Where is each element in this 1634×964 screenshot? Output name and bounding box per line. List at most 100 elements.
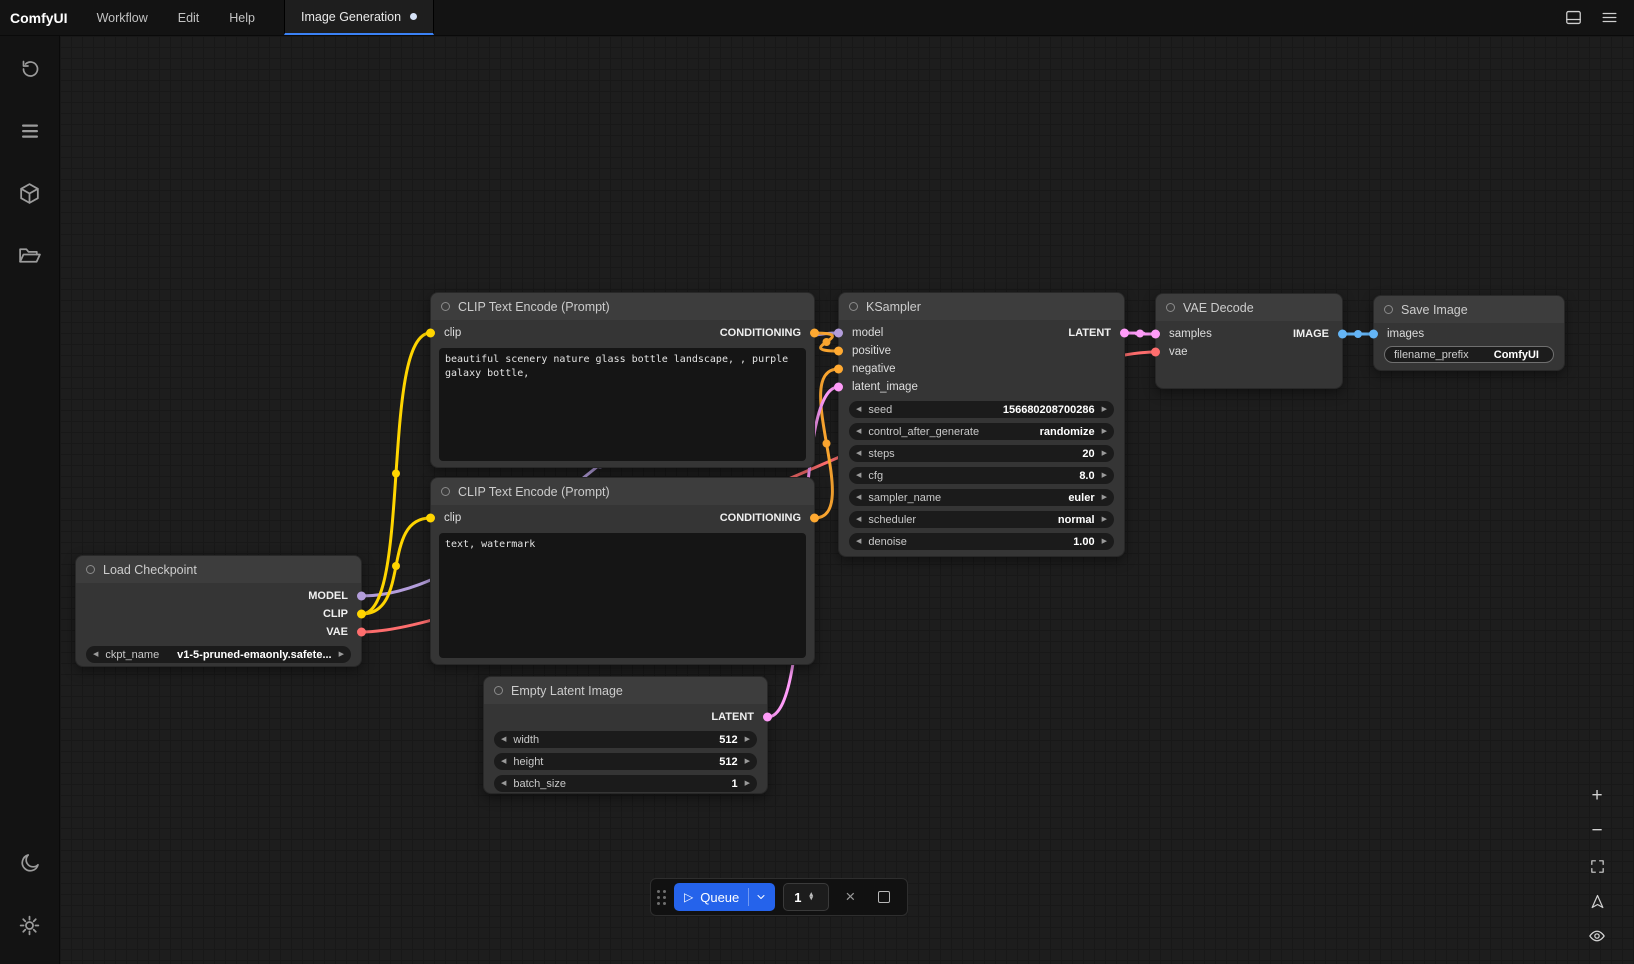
increment-arrow-icon[interactable]: ▶ xyxy=(339,651,344,658)
widget-height[interactable]: ◀ height 512 ▶ xyxy=(494,753,757,770)
decrement-arrow-icon[interactable]: ◀ xyxy=(93,651,98,658)
workflows-folder-icon[interactable] xyxy=(13,240,47,270)
input-port-latent-image[interactable] xyxy=(834,383,843,392)
increment-arrow-icon[interactable]: ▶ xyxy=(1102,428,1107,435)
node-vae-decode[interactable]: VAE Decode samples IMAGE vae xyxy=(1155,293,1343,389)
widget-batch-size[interactable]: ◀ batch_size 1 ▶ xyxy=(494,775,757,792)
drag-handle-icon[interactable] xyxy=(657,890,666,905)
queue-button[interactable]: ▷ Queue xyxy=(674,883,775,911)
increment-arrow-icon[interactable]: ▶ xyxy=(745,758,750,765)
node-clip-text-encode-positive[interactable]: CLIP Text Encode (Prompt) clip CONDITION… xyxy=(430,292,815,468)
node-canvas[interactable]: Load Checkpoint MODEL CLIP VAE ◀ ckpt_na… xyxy=(60,36,1634,964)
increment-arrow-icon[interactable]: ▶ xyxy=(745,780,750,787)
node-load-checkpoint[interactable]: Load Checkpoint MODEL CLIP VAE ◀ ckpt_na… xyxy=(75,555,362,667)
node-collapse-dot[interactable] xyxy=(86,565,95,574)
node-ksampler[interactable]: KSampler model LATENT positive negative … xyxy=(838,292,1125,557)
decrement-arrow-icon[interactable]: ◀ xyxy=(856,494,861,501)
output-port-vae[interactable] xyxy=(357,628,366,637)
increment-arrow-icon[interactable]: ▶ xyxy=(1102,494,1107,501)
widget-sampler-name[interactable]: ◀ sampler_name euler ▶ xyxy=(849,489,1114,506)
decrement-arrow-icon[interactable]: ◀ xyxy=(501,758,506,765)
increment-arrow-icon[interactable]: ▶ xyxy=(1102,516,1107,523)
node-collapse-dot[interactable] xyxy=(441,487,450,496)
node-collapse-dot[interactable] xyxy=(1384,305,1393,314)
decrement-arrow-icon[interactable]: ◀ xyxy=(856,516,861,523)
output-port-latent[interactable] xyxy=(763,713,772,722)
node-library-icon[interactable] xyxy=(13,116,47,146)
eye-icon[interactable] xyxy=(1582,922,1612,950)
stop-icon[interactable] xyxy=(871,884,897,910)
output-port-image[interactable] xyxy=(1338,330,1347,339)
widget-ckpt-name[interactable]: ◀ ckpt_name v1-5-pruned-emaonly.safete..… xyxy=(86,646,351,663)
fit-view-icon[interactable] xyxy=(1582,852,1612,880)
output-port-latent[interactable] xyxy=(1120,329,1129,338)
zoom-out-icon[interactable]: − xyxy=(1582,817,1612,845)
increment-arrow-icon[interactable]: ▶ xyxy=(1102,450,1107,457)
decrement-arrow-icon[interactable]: ◀ xyxy=(856,406,861,413)
prompt-textarea[interactable]: text, watermark xyxy=(439,533,806,658)
widget-seed[interactable]: ◀ seed 156680208700286 ▶ xyxy=(849,401,1114,418)
clear-queue-icon[interactable]: × xyxy=(837,884,863,910)
node-header[interactable]: Save Image xyxy=(1374,296,1564,323)
pointer-icon[interactable] xyxy=(1582,887,1612,915)
prompt-textarea[interactable]: beautiful scenery nature glass bottle la… xyxy=(439,348,806,461)
decrement-arrow-icon[interactable]: ◀ xyxy=(856,428,861,435)
input-port-samples[interactable] xyxy=(1151,330,1160,339)
step-down-icon[interactable]: ▾ xyxy=(810,897,814,901)
input-port-positive[interactable] xyxy=(834,347,843,356)
output-port-model[interactable] xyxy=(357,592,366,601)
bottom-panel-toggle-icon[interactable] xyxy=(1558,4,1588,32)
node-header[interactable]: VAE Decode xyxy=(1156,294,1342,321)
input-port-clip[interactable] xyxy=(426,514,435,523)
menu-icon[interactable] xyxy=(1594,4,1624,32)
menu-workflow[interactable]: Workflow xyxy=(82,0,163,35)
link-wire[interactable] xyxy=(815,369,839,518)
node-collapse-dot[interactable] xyxy=(849,302,858,311)
increment-arrow-icon[interactable]: ▶ xyxy=(745,736,750,743)
widget-filename-prefix[interactable]: filename_prefix ComfyUI xyxy=(1384,346,1554,363)
input-port-vae[interactable] xyxy=(1151,348,1160,357)
zoom-in-icon[interactable]: + xyxy=(1582,782,1612,810)
input-port-clip[interactable] xyxy=(426,329,435,338)
widget-control-after-generate[interactable]: ◀ control_after_generate randomize ▶ xyxy=(849,423,1114,440)
node-header[interactable]: Empty Latent Image xyxy=(484,677,767,704)
menu-edit[interactable]: Edit xyxy=(163,0,215,35)
link-wire[interactable] xyxy=(362,518,431,614)
node-save-image[interactable]: Save Image images filename_prefix ComfyU… xyxy=(1373,295,1565,371)
menu-help[interactable]: Help xyxy=(214,0,270,35)
node-header[interactable]: CLIP Text Encode (Prompt) xyxy=(431,293,814,320)
widget-scheduler[interactable]: ◀ scheduler normal ▶ xyxy=(849,511,1114,528)
decrement-arrow-icon[interactable]: ◀ xyxy=(501,736,506,743)
node-header[interactable]: Load Checkpoint xyxy=(76,556,361,583)
widget-width[interactable]: ◀ width 512 ▶ xyxy=(494,731,757,748)
increment-arrow-icon[interactable]: ▶ xyxy=(1102,538,1107,545)
theme-moon-icon[interactable] xyxy=(13,848,47,878)
tab-image-generation[interactable]: Image Generation xyxy=(284,0,434,35)
output-port-conditioning[interactable] xyxy=(810,514,819,523)
decrement-arrow-icon[interactable]: ◀ xyxy=(856,538,861,545)
increment-arrow-icon[interactable]: ▶ xyxy=(1102,472,1107,479)
history-icon[interactable] xyxy=(13,54,47,84)
node-collapse-dot[interactable] xyxy=(1166,303,1175,312)
output-port-conditioning[interactable] xyxy=(810,329,819,338)
decrement-arrow-icon[interactable]: ◀ xyxy=(501,780,506,787)
widget-denoise[interactable]: ◀ denoise 1.00 ▶ xyxy=(849,533,1114,550)
node-empty-latent-image[interactable]: Empty Latent Image LATENT ◀ width 512 ▶ … xyxy=(483,676,768,794)
node-header[interactable]: KSampler xyxy=(839,293,1124,320)
widget-steps[interactable]: ◀ steps 20 ▶ xyxy=(849,445,1114,462)
node-header[interactable]: CLIP Text Encode (Prompt) xyxy=(431,478,814,505)
node-collapse-dot[interactable] xyxy=(494,686,503,695)
batch-count-input[interactable]: 1 ▴ ▾ xyxy=(783,883,829,911)
model-library-icon[interactable] xyxy=(13,178,47,208)
node-clip-text-encode-negative[interactable]: CLIP Text Encode (Prompt) clip CONDITION… xyxy=(430,477,815,665)
input-port-negative[interactable] xyxy=(834,365,843,374)
input-port-images[interactable] xyxy=(1369,330,1378,339)
settings-gear-icon[interactable] xyxy=(13,910,47,940)
increment-arrow-icon[interactable]: ▶ xyxy=(1102,406,1107,413)
node-collapse-dot[interactable] xyxy=(441,302,450,311)
widget-cfg[interactable]: ◀ cfg 8.0 ▶ xyxy=(849,467,1114,484)
decrement-arrow-icon[interactable]: ◀ xyxy=(856,450,861,457)
decrement-arrow-icon[interactable]: ◀ xyxy=(856,472,861,479)
chevron-down-icon[interactable] xyxy=(749,891,773,903)
output-port-clip[interactable] xyxy=(357,610,366,619)
